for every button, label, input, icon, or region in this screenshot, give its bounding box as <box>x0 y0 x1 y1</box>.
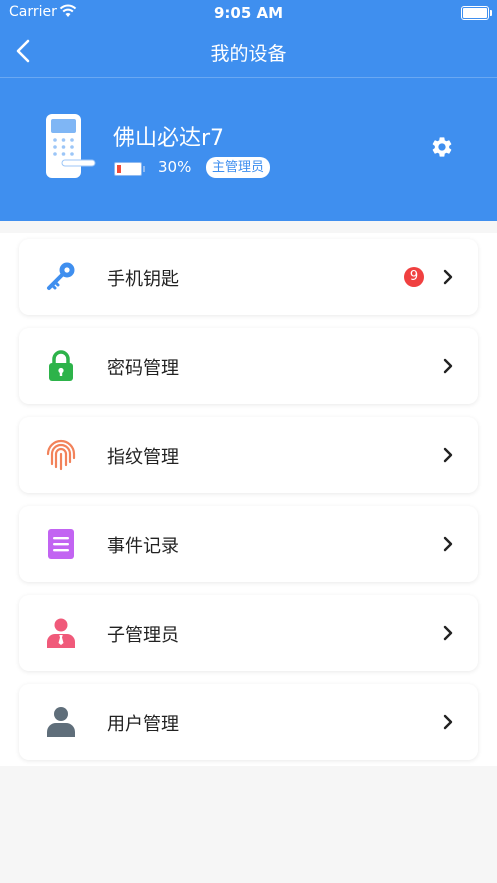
chevron-right-icon <box>443 447 453 463</box>
menu-item-label: 用户管理 <box>107 714 179 735</box>
menu-item-label: 指纹管理 <box>107 447 179 468</box>
battery-icon <box>114 162 145 176</box>
document-icon <box>48 529 74 559</box>
padlock-icon <box>49 350 73 381</box>
status-battery-icon <box>461 6 492 20</box>
menu-item-label: 密码管理 <box>107 358 179 379</box>
smart-lock-icon <box>46 114 96 178</box>
fingerprint-icon <box>46 439 76 471</box>
menu-item-password-management[interactable]: 密码管理 <box>19 328 478 404</box>
menu-item-event-log[interactable]: 事件记录 <box>19 506 478 582</box>
menu-item-phone-key[interactable]: 手机钥匙 9 <box>19 239 478 315</box>
key-icon <box>47 262 75 290</box>
role-badge: 主管理员 <box>206 157 271 178</box>
status-bar: Carrier 9:05 AM <box>0 0 497 26</box>
menu-item-user-management[interactable]: 用户管理 <box>19 684 478 760</box>
menu-item-label: 子管理员 <box>107 625 179 646</box>
chevron-right-icon <box>443 714 453 730</box>
menu-item-fingerprint-management[interactable]: 指纹管理 <box>19 417 478 493</box>
menu-item-sub-admin[interactable]: 子管理员 <box>19 595 478 671</box>
page-title: 我的设备 <box>210 43 287 65</box>
device-name: 佛山必达r7 <box>113 126 225 151</box>
chevron-right-icon <box>443 536 453 552</box>
menu-panel: 手机钥匙 9 密码管理 指纹管理 事件记录 子管理员 用户管理 <box>0 233 497 766</box>
chevron-right-icon <box>443 625 453 641</box>
menu-item-label: 手机钥匙 <box>107 269 179 290</box>
chevron-right-icon <box>443 269 453 285</box>
clock: 9:05 AM <box>213 4 284 22</box>
admin-user-icon <box>47 618 75 648</box>
device-header: 佛山必达r7 30% 主管理员 <box>0 78 497 221</box>
menu-item-label: 事件记录 <box>107 536 179 557</box>
battery-percent: 30% <box>158 158 192 176</box>
user-icon <box>47 707 75 737</box>
nav-bar: 我的设备 <box>0 26 497 78</box>
chevron-right-icon <box>443 358 453 374</box>
notification-badge: 9 <box>404 267 424 287</box>
settings-gear-icon[interactable] <box>430 135 454 159</box>
